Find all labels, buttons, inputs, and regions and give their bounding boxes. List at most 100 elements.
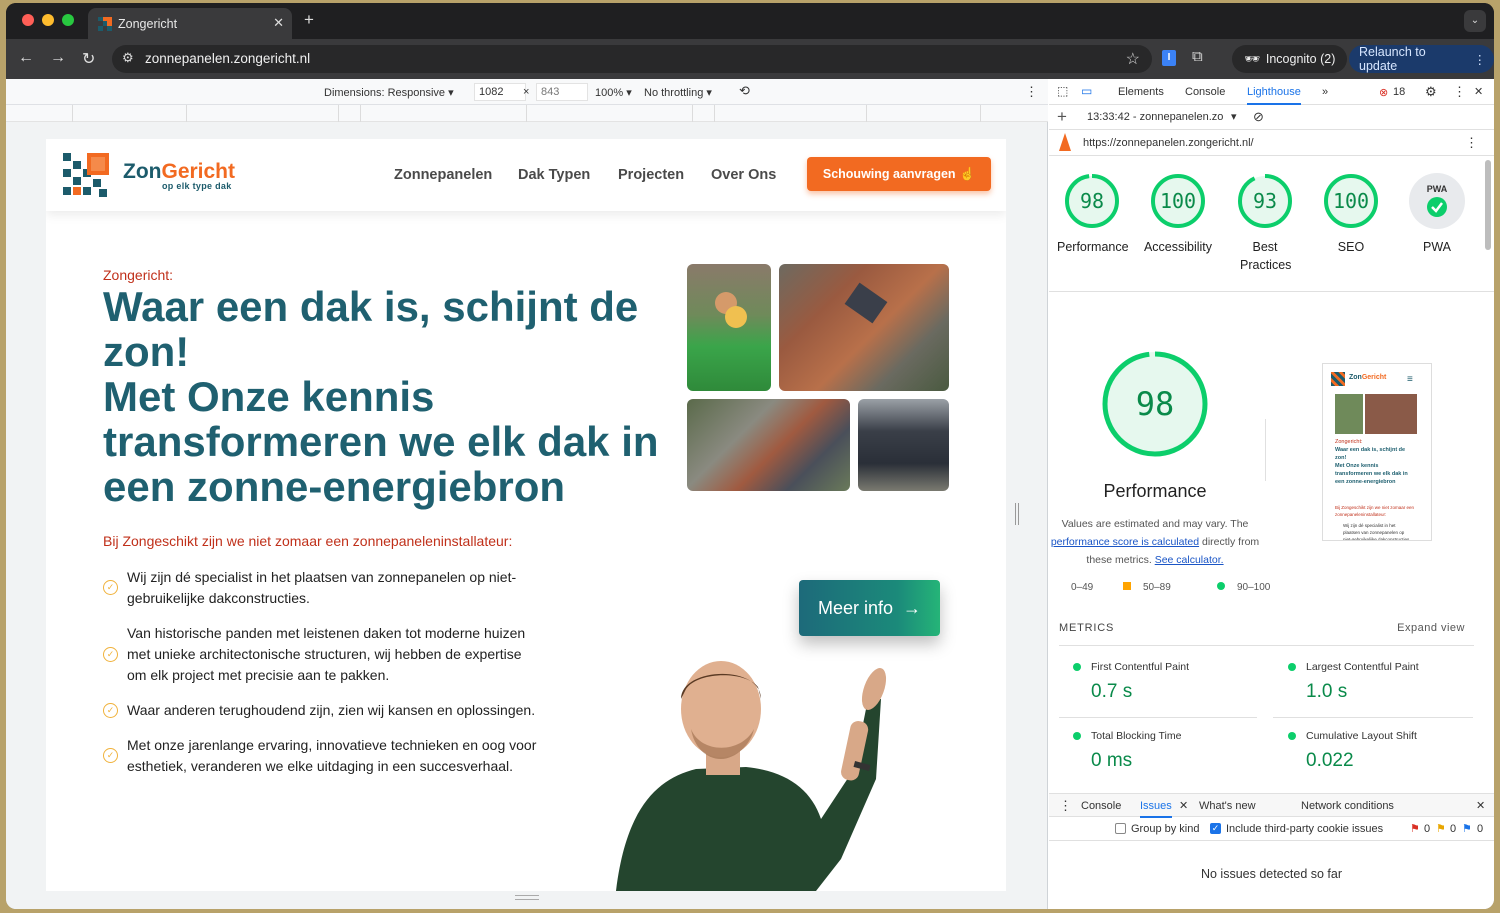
page-screenshot-thumbnail: ZonGericht ≡ Zongericht: Waar een dak is… xyxy=(1322,363,1432,541)
height-input[interactable]: 843 xyxy=(536,83,588,101)
width-input[interactable]: 1082 xyxy=(474,83,526,101)
performance-score-link[interactable]: performance score is calculated xyxy=(1051,536,1199,548)
performance-big-gauge: 98 xyxy=(1102,351,1208,457)
bullet-text: Met onze jarenlange ervaring, innovatiev… xyxy=(127,737,537,774)
incognito-button[interactable]: 🕶 Incognito (2) xyxy=(1232,45,1348,73)
relaunch-button[interactable]: Relaunch to update ⋮ xyxy=(1349,45,1494,73)
devtools-menu-icon[interactable]: ⋮ xyxy=(1453,84,1466,100)
group-by-kind-checkbox[interactable] xyxy=(1115,823,1126,834)
address-bar[interactable]: ⚙ zonnepanelen.zongericht.nl ☆ xyxy=(112,45,1152,73)
tab-search-icon[interactable]: ⌄ xyxy=(1464,10,1486,32)
gauge-accessibility[interactable]: 100 Accessibility xyxy=(1143,173,1213,256)
meer-info-button[interactable]: Meer info → xyxy=(799,580,940,636)
tab-lighthouse[interactable]: Lighthouse xyxy=(1247,86,1301,105)
close-window-button[interactable] xyxy=(22,14,34,26)
divider xyxy=(1049,291,1494,292)
clear-reports-icon[interactable]: ⊘ xyxy=(1253,109,1264,125)
viewport-bottom-resize-handle[interactable] xyxy=(515,895,539,900)
settings-gear-icon[interactable]: ⚙ xyxy=(1425,84,1437,100)
lighthouse-logo-icon xyxy=(1059,133,1071,151)
maximize-window-button[interactable] xyxy=(62,14,74,26)
device-more-icon[interactable]: ⋮ xyxy=(1025,84,1038,100)
extension-icon[interactable]: I xyxy=(1162,50,1176,66)
browser-toolbar: ← → ↻ ⚙ zonnepanelen.zongericht.nl ☆ I ⧉… xyxy=(6,39,1494,79)
legend-label: 50–89 xyxy=(1143,582,1171,593)
zoom-dropdown[interactable]: 100% ▾ xyxy=(595,86,632,99)
drawer-tab-network-conditions[interactable]: Network conditions xyxy=(1301,800,1394,812)
close-drawer-icon[interactable]: ✕ xyxy=(1476,799,1485,812)
error-badge-icon[interactable]: ⊗ xyxy=(1379,86,1388,99)
thumbnail-photo xyxy=(1335,394,1363,434)
inspect-element-icon[interactable]: ⬚ xyxy=(1057,84,1068,98)
nav-over-ons[interactable]: Over Ons xyxy=(711,167,776,183)
check-circle-icon: ✓ xyxy=(103,580,118,595)
hero-intro: Bij Zongeschikt zijn we niet zomaar een … xyxy=(103,533,513,549)
dimensions-dropdown[interactable]: Dimensions: Responsive ▾ xyxy=(324,86,454,99)
include-third-party-checkbox[interactable]: ✓ xyxy=(1210,823,1221,834)
throttling-dropdown[interactable]: No throttling ▾ xyxy=(644,86,712,99)
thumbnail-menu-icon: ≡ xyxy=(1407,374,1413,385)
device-viewport: Dimensions: Responsive ▾ 1082 × 843 100%… xyxy=(6,79,1048,909)
site-info-icon[interactable]: ⚙ xyxy=(122,50,134,66)
minimize-window-button[interactable] xyxy=(42,14,54,26)
browser-tab[interactable]: Zongericht ✕ xyxy=(88,8,292,39)
nav-projecten[interactable]: Projecten xyxy=(618,167,684,183)
nav-zonnepanelen[interactable]: Zonnepanelen xyxy=(394,167,492,183)
zoom-label: 100% xyxy=(595,87,624,99)
metric-name: Total Blocking Time xyxy=(1091,730,1182,742)
tab-elements[interactable]: Elements xyxy=(1118,86,1164,98)
report-menu-icon[interactable]: ⋮ xyxy=(1465,135,1478,151)
report-dropdown-icon[interactable]: ▾ xyxy=(1231,110,1237,123)
report-selector[interactable]: 13:33:42 - zonnepanelen.zo xyxy=(1087,111,1227,123)
more-tabs-icon[interactable]: » xyxy=(1322,86,1328,98)
gauge-seo[interactable]: 100 SEO xyxy=(1316,173,1386,256)
browser-window: Zongericht ✕ + ⌄ ← → ↻ ⚙ zonnepanelen.zo… xyxy=(6,3,1494,909)
new-report-icon[interactable]: + xyxy=(1057,107,1067,127)
thumbnail-line: Met Onze kennis transformeren we elk dak… xyxy=(1335,463,1408,485)
thumbnail-bullet: Wij zijn dé specialist in het plaatsen v… xyxy=(1343,523,1411,541)
metric-lcp: Largest Contentful Paint 1.0 s xyxy=(1288,661,1488,703)
tab-console[interactable]: Console xyxy=(1185,86,1225,98)
new-tab-icon[interactable]: + xyxy=(304,10,314,30)
nav-dak-typen[interactable]: Dak Typen xyxy=(518,167,590,183)
issue-count: 0 xyxy=(1424,823,1431,835)
close-tab-icon[interactable]: ✕ xyxy=(273,15,284,31)
legend-average: 50–89 xyxy=(1123,582,1171,593)
report-url: https://zonnepanelen.zongericht.nl/ xyxy=(1083,137,1254,149)
reload-icon[interactable]: ↻ xyxy=(82,49,95,69)
score-label: Best Practices xyxy=(1240,240,1292,272)
zongericht-logo-icon[interactable] xyxy=(63,153,109,197)
logo-tagline: op elk type dak xyxy=(162,181,232,191)
issue-count: 0 xyxy=(1477,823,1484,835)
devtools-scrollbar[interactable] xyxy=(1485,160,1491,250)
divider xyxy=(1265,419,1266,481)
back-icon[interactable]: ← xyxy=(18,49,34,67)
score-label: PWA xyxy=(1422,240,1451,254)
gauge-performance[interactable]: 98 Performance xyxy=(1057,173,1129,256)
bookmark-star-icon[interactable]: ☆ xyxy=(1126,49,1140,69)
more-menu-icon[interactable]: ⋮ xyxy=(1474,52,1487,67)
drawer-tab-console[interactable]: Console xyxy=(1081,800,1121,812)
drawer-tab-whats-new[interactable]: What's new xyxy=(1199,800,1256,812)
gauge-best-practices[interactable]: 93 Best Practices xyxy=(1229,173,1301,274)
group-by-kind-label: Group by kind xyxy=(1131,823,1200,835)
see-calculator-link[interactable]: See calculator. xyxy=(1155,554,1224,566)
forward-icon[interactable]: → xyxy=(50,49,66,67)
metrics-header: METRICS xyxy=(1059,622,1115,634)
score-value: 98 xyxy=(1080,189,1104,213)
drawer-menu-icon[interactable]: ⋮ xyxy=(1059,798,1072,814)
pwa-badge-icon: PWA xyxy=(1409,173,1465,229)
legend-fail: 0–49 xyxy=(1055,582,1093,593)
viewport-resize-handle[interactable] xyxy=(1015,503,1019,525)
schouwing-aanvragen-button[interactable]: Schouwing aanvragen ☝ xyxy=(807,157,991,191)
bullet-text: Waar anderen terughoudend zijn, zien wij… xyxy=(127,702,536,718)
close-issues-tab-icon[interactable]: ✕ xyxy=(1179,799,1188,812)
drawer-tab-issues[interactable]: Issues xyxy=(1140,800,1172,818)
extensions-puzzle-icon[interactable]: ⧉ xyxy=(1192,48,1203,65)
expand-view-toggle[interactable]: Expand view xyxy=(1397,622,1465,634)
rotate-icon[interactable]: ⟲ xyxy=(739,83,750,99)
gauge-pwa[interactable]: PWA PWA xyxy=(1402,173,1472,256)
close-devtools-icon[interactable]: ✕ xyxy=(1474,85,1483,98)
warning-issues-icon: ⚑ xyxy=(1436,823,1446,835)
device-toggle-icon[interactable]: ▭ xyxy=(1081,84,1092,98)
